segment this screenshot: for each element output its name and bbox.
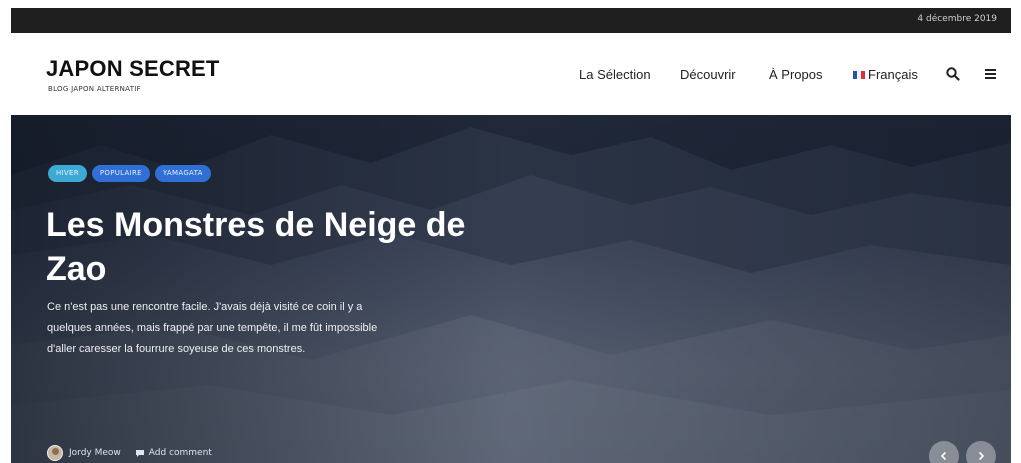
add-comment-label: Add comment (148, 448, 212, 458)
site-logo-title[interactable]: JAPON SECRET (46, 56, 220, 82)
language-label: Français (868, 67, 918, 82)
comment-icon (135, 449, 144, 457)
page: 4 décembre 2019 JAPON SECRET BLOG JAPON … (11, 8, 1011, 463)
add-comment-link[interactable]: Add comment (135, 448, 212, 458)
site-tagline: BLOG JAPON ALTERNATIF (48, 85, 141, 93)
nav-item-decouvrir[interactable]: Découvrir (680, 67, 736, 82)
french-flag-icon (853, 70, 865, 79)
hero-slider[interactable]: HIVER POPULAIRE YAMAGATA Les Monstres de… (11, 115, 1011, 463)
current-date: 4 décembre 2019 (917, 14, 997, 24)
chevron-right-icon (978, 451, 985, 461)
top-bar: 4 décembre 2019 (11, 8, 1011, 33)
tag-populaire[interactable]: POPULAIRE (91, 165, 150, 182)
nav-item-a-propos[interactable]: À Propos (769, 67, 822, 82)
article-title[interactable]: Les Monstres de Neige de Zao (46, 203, 466, 291)
tag-hiver[interactable]: HIVER (48, 165, 87, 182)
tag-yamagata[interactable]: YAMAGATA (154, 165, 211, 182)
article-excerpt: Ce n'est pas une rencontre facile. J'ava… (47, 301, 378, 355)
hamburger-menu-icon[interactable] (983, 66, 999, 82)
nav-item-selection[interactable]: La Sélection (579, 67, 651, 82)
author-avatar[interactable] (47, 445, 63, 461)
search-icon[interactable] (945, 66, 961, 82)
site-header: JAPON SECRET BLOG JAPON ALTERNATIF La Sé… (11, 33, 1011, 115)
language-switcher[interactable]: Français (853, 67, 918, 82)
article-meta: Jordy Meow Add comment (47, 445, 212, 461)
slider-next-button[interactable] (966, 441, 996, 463)
slider-prev-button[interactable] (929, 441, 959, 463)
author-name[interactable]: Jordy Meow (69, 448, 121, 458)
chevron-left-icon (940, 451, 947, 461)
category-tags: HIVER POPULAIRE YAMAGATA (48, 165, 211, 182)
